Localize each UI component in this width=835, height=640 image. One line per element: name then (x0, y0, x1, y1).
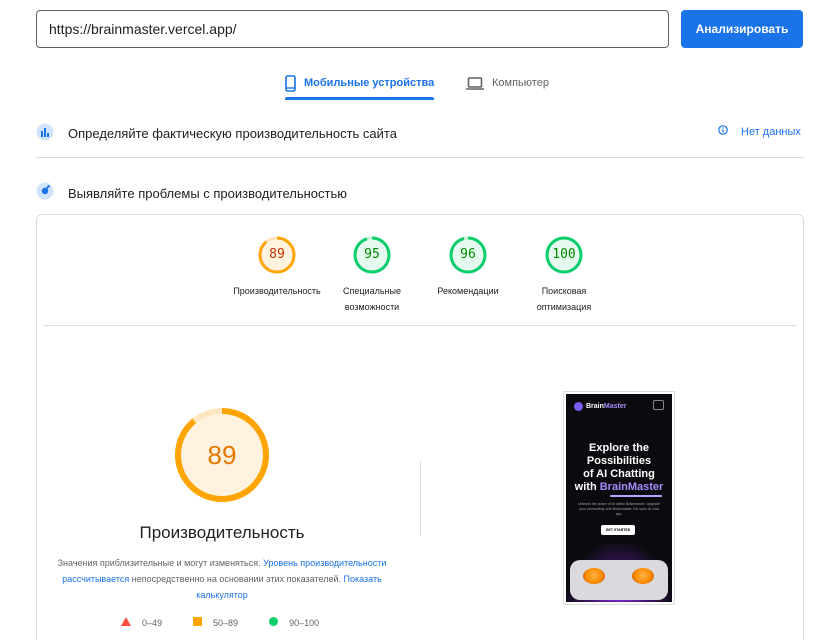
diagnose-section: Выявляйте проблемы с производительностью (36, 180, 347, 207)
legend-range: 90–100 (289, 617, 320, 628)
gauge-label: Рекомендации (437, 286, 499, 296)
diagnose-title: Выявляйте проблемы с производительностью (68, 186, 348, 201)
tab-desktop[interactable]: Компьютер (466, 66, 549, 100)
gauge-best-practices[interactable]: 96 Рекомендации (418, 235, 518, 299)
robot-eye-icon (583, 568, 605, 584)
legend-range: 50–89 (213, 617, 239, 628)
lab-badge-icon (36, 180, 54, 207)
smartphone-icon (285, 74, 296, 92)
brain-logo-icon (574, 402, 583, 411)
no-data-link[interactable]: Нет данных (718, 125, 801, 138)
gauge-label: Специальные возможности (343, 286, 401, 312)
gauge-score: 96 (460, 247, 476, 262)
gauge-seo[interactable]: 100 Поисковая оптимизация (514, 235, 614, 315)
device-tabs: Мобильные устройства Компьютер (0, 66, 835, 100)
gauge-score: 95 (364, 247, 380, 262)
users-badge-icon (36, 120, 54, 147)
gauge-score: 89 (269, 247, 285, 262)
desc-text: Значения приблизительные и могут изменят… (57, 558, 261, 568)
legend-pass: 90–100 (269, 617, 319, 628)
laptop-icon (466, 76, 484, 90)
headline-line: Explore the (589, 442, 649, 454)
screenshot-cta-button: GET STARTED (601, 525, 635, 535)
field-data-title: Определяйте фактическую производительнос… (68, 126, 397, 141)
lab-report-panel: 89 Производительность 95 Специальные воз… (36, 214, 804, 640)
score-legend: 0–49 50–89 90–100 (121, 617, 350, 628)
no-data-label: Нет данных (741, 125, 801, 138)
desc-text: непосредственно на основании этих показа… (131, 574, 341, 584)
square-icon (193, 617, 203, 628)
tab-mobile-label: Мобильные устройства (304, 77, 435, 89)
hamburger-menu-icon (653, 400, 664, 410)
legend-range: 0–49 (142, 617, 163, 628)
headline-line: with (574, 481, 600, 493)
tab-desktop-label: Компьютер (492, 77, 549, 89)
performance-title: Производительность (139, 523, 305, 542)
screenshot-brand: Brain Master (574, 402, 626, 411)
vertical-divider (420, 461, 421, 536)
headline-line: Possibilities (586, 455, 652, 467)
final-screenshot[interactable]: Brain Master Explore the Possibilities of… (563, 391, 675, 605)
gauge-score: 100 (552, 247, 576, 262)
info-icon (718, 125, 728, 138)
headline-underline (610, 495, 662, 497)
gauge-label: Производительность (233, 286, 321, 296)
brand-accent-text: Master (603, 403, 627, 410)
robot-eye-icon (632, 568, 654, 584)
panel-divider (43, 325, 797, 326)
legend-fail: 0–49 (121, 617, 162, 628)
screenshot-content: Brain Master Explore the Possibilities of… (566, 394, 672, 602)
section-divider (36, 157, 804, 158)
triangle-icon (121, 617, 131, 628)
headline-line: of AI Chatting (583, 468, 655, 480)
performance-description: Значения приблизительные и могут изменят… (57, 555, 387, 603)
gauge-accessibility[interactable]: 95 Специальные возможности (322, 235, 422, 315)
headline-accent: BrainMaster (599, 481, 664, 493)
legend-average: 50–89 (193, 617, 238, 628)
analyze-button[interactable]: Анализировать (681, 10, 803, 48)
screenshot-subtext: Unleash the power of AI within Brainmast… (577, 502, 661, 516)
url-input[interactable] (36, 10, 669, 48)
tab-mobile[interactable]: Мобильные устройства (285, 66, 435, 100)
field-data-section: Определяйте фактическую производительнос… (36, 120, 397, 147)
screenshot-headline: Explore the Possibilities of AI Chatting… (566, 442, 672, 494)
performance-score: 89 (207, 440, 237, 470)
gauge-label: Поисковая оптимизация (536, 286, 592, 312)
gauge-performance[interactable]: 89 Производительность (227, 235, 327, 299)
circle-icon (269, 617, 279, 628)
brand-text: Brain (586, 403, 604, 410)
